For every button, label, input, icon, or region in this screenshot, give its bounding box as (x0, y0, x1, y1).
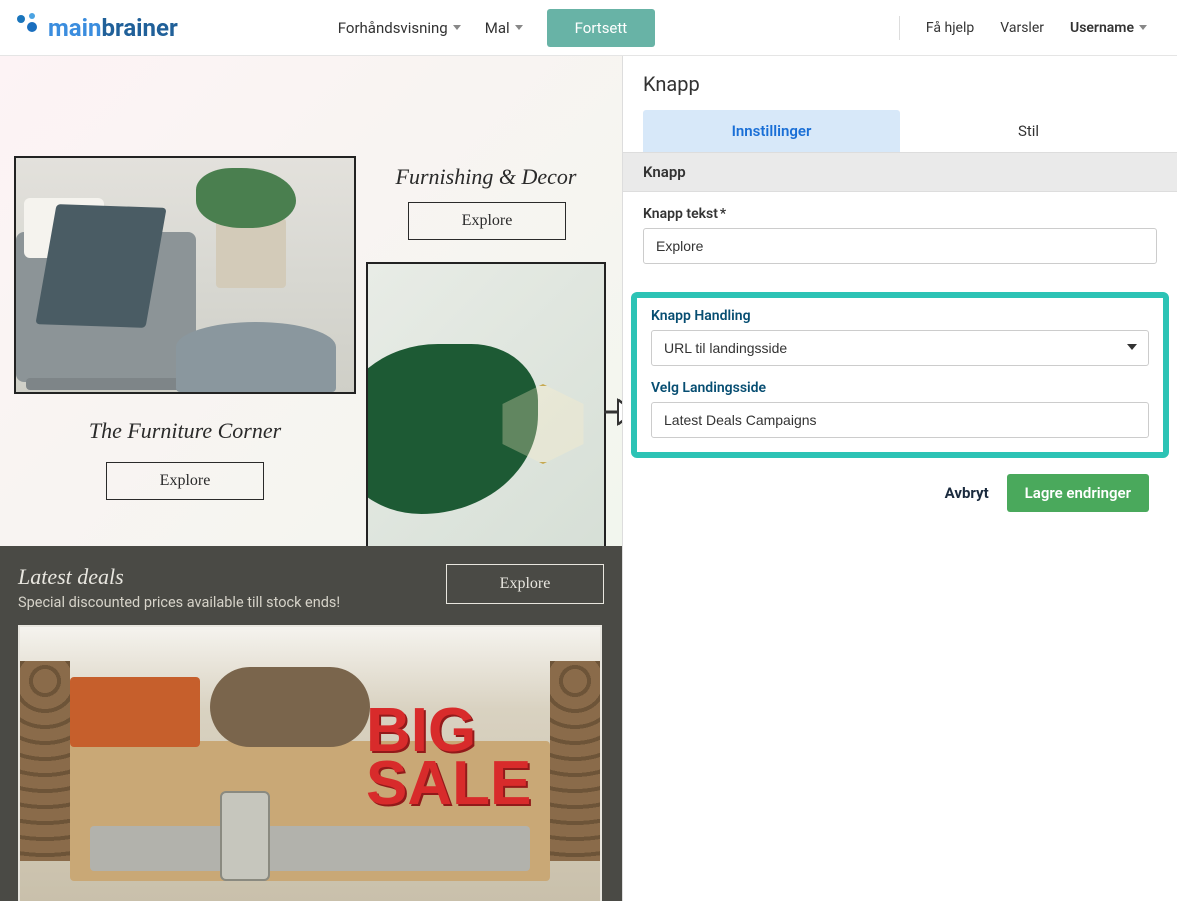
nav-alerts-link[interactable]: Varsler (1000, 20, 1044, 36)
explore-button-deals[interactable]: Explore (446, 564, 604, 604)
nav-username-dropdown[interactable]: Username (1070, 20, 1147, 36)
button-text-label: Knapp tekst* (643, 206, 1157, 222)
continue-button[interactable]: Fortsett (547, 9, 656, 47)
deals-subtitle: Special discounted prices available till… (18, 594, 340, 611)
button-action-select[interactable] (651, 330, 1149, 366)
button-action-label: Knapp Handling (651, 308, 1149, 324)
nav-center: Forhåndsvisning Mal Fortsett (338, 9, 655, 47)
canvas-section-top: The Furniture Corner Explore Furnishing … (0, 56, 622, 546)
field-button-action: Knapp Handling (651, 308, 1149, 366)
properties-panel: Knapp Innstillinger Stil Knapp Knapp tek… (622, 56, 1177, 901)
panel-actions: Avbryt Lagre endringer (623, 474, 1177, 512)
furniture-title: The Furniture Corner (14, 418, 356, 444)
field-landing-page: Velg Landingsside (651, 380, 1149, 438)
field-button-text: Knapp tekst* (643, 206, 1157, 264)
section-label-button: Knapp (623, 152, 1177, 192)
top-navbar: mainbrainer Forhåndsvisning Mal Fortsett… (0, 0, 1177, 56)
explore-button-furnishing[interactable]: Explore (408, 202, 566, 240)
chevron-down-icon (1127, 344, 1137, 350)
tab-settings[interactable]: Innstillinger (643, 110, 900, 152)
big-sale-text: BIGSALE (366, 705, 531, 810)
nav-help-link[interactable]: Få hjelp (926, 20, 974, 36)
button-text-input[interactable] (643, 228, 1157, 264)
landing-page-input[interactable] (651, 402, 1149, 438)
deals-image[interactable]: BIGSALE (18, 625, 602, 901)
logo-dots-icon (14, 12, 42, 44)
nav-divider (899, 16, 900, 40)
logo[interactable]: mainbrainer (14, 12, 178, 44)
nav-username-label: Username (1070, 20, 1134, 36)
highlighted-action-group: Knapp Handling Velg Landingsside (631, 292, 1169, 458)
nav-right: Få hjelp Varsler Username (899, 16, 1167, 40)
arrow-right-icon (604, 398, 622, 430)
landing-page-label: Velg Landingsside (651, 380, 1149, 396)
deals-title: Latest deals (18, 564, 340, 590)
cancel-button[interactable]: Avbryt (945, 484, 989, 502)
canvas-preview: The Furniture Corner Explore Furnishing … (0, 56, 622, 901)
chevron-down-icon (1139, 25, 1147, 30)
logo-text-brainer: brainer (101, 14, 177, 42)
nav-template-label: Mal (485, 19, 510, 37)
canvas-section-deals: Latest deals Special discounted prices a… (0, 546, 622, 901)
nav-preview-dropdown[interactable]: Forhåndsvisning (338, 19, 461, 37)
tab-style[interactable]: Stil (900, 110, 1157, 152)
explore-button-furniture[interactable]: Explore (106, 462, 264, 500)
panel-title: Knapp (623, 56, 1177, 110)
decor-image-card[interactable] (366, 262, 606, 562)
furnishing-title: Furnishing & Decor (366, 164, 606, 190)
nav-preview-label: Forhåndsvisning (338, 19, 448, 37)
chevron-down-icon (515, 25, 523, 30)
furniture-image-card[interactable] (14, 156, 356, 394)
chevron-down-icon (453, 25, 461, 30)
nav-template-dropdown[interactable]: Mal (485, 19, 523, 37)
panel-tabs: Innstillinger Stil (623, 110, 1177, 152)
logo-text-main: main (48, 14, 101, 42)
save-button[interactable]: Lagre endringer (1007, 474, 1149, 512)
